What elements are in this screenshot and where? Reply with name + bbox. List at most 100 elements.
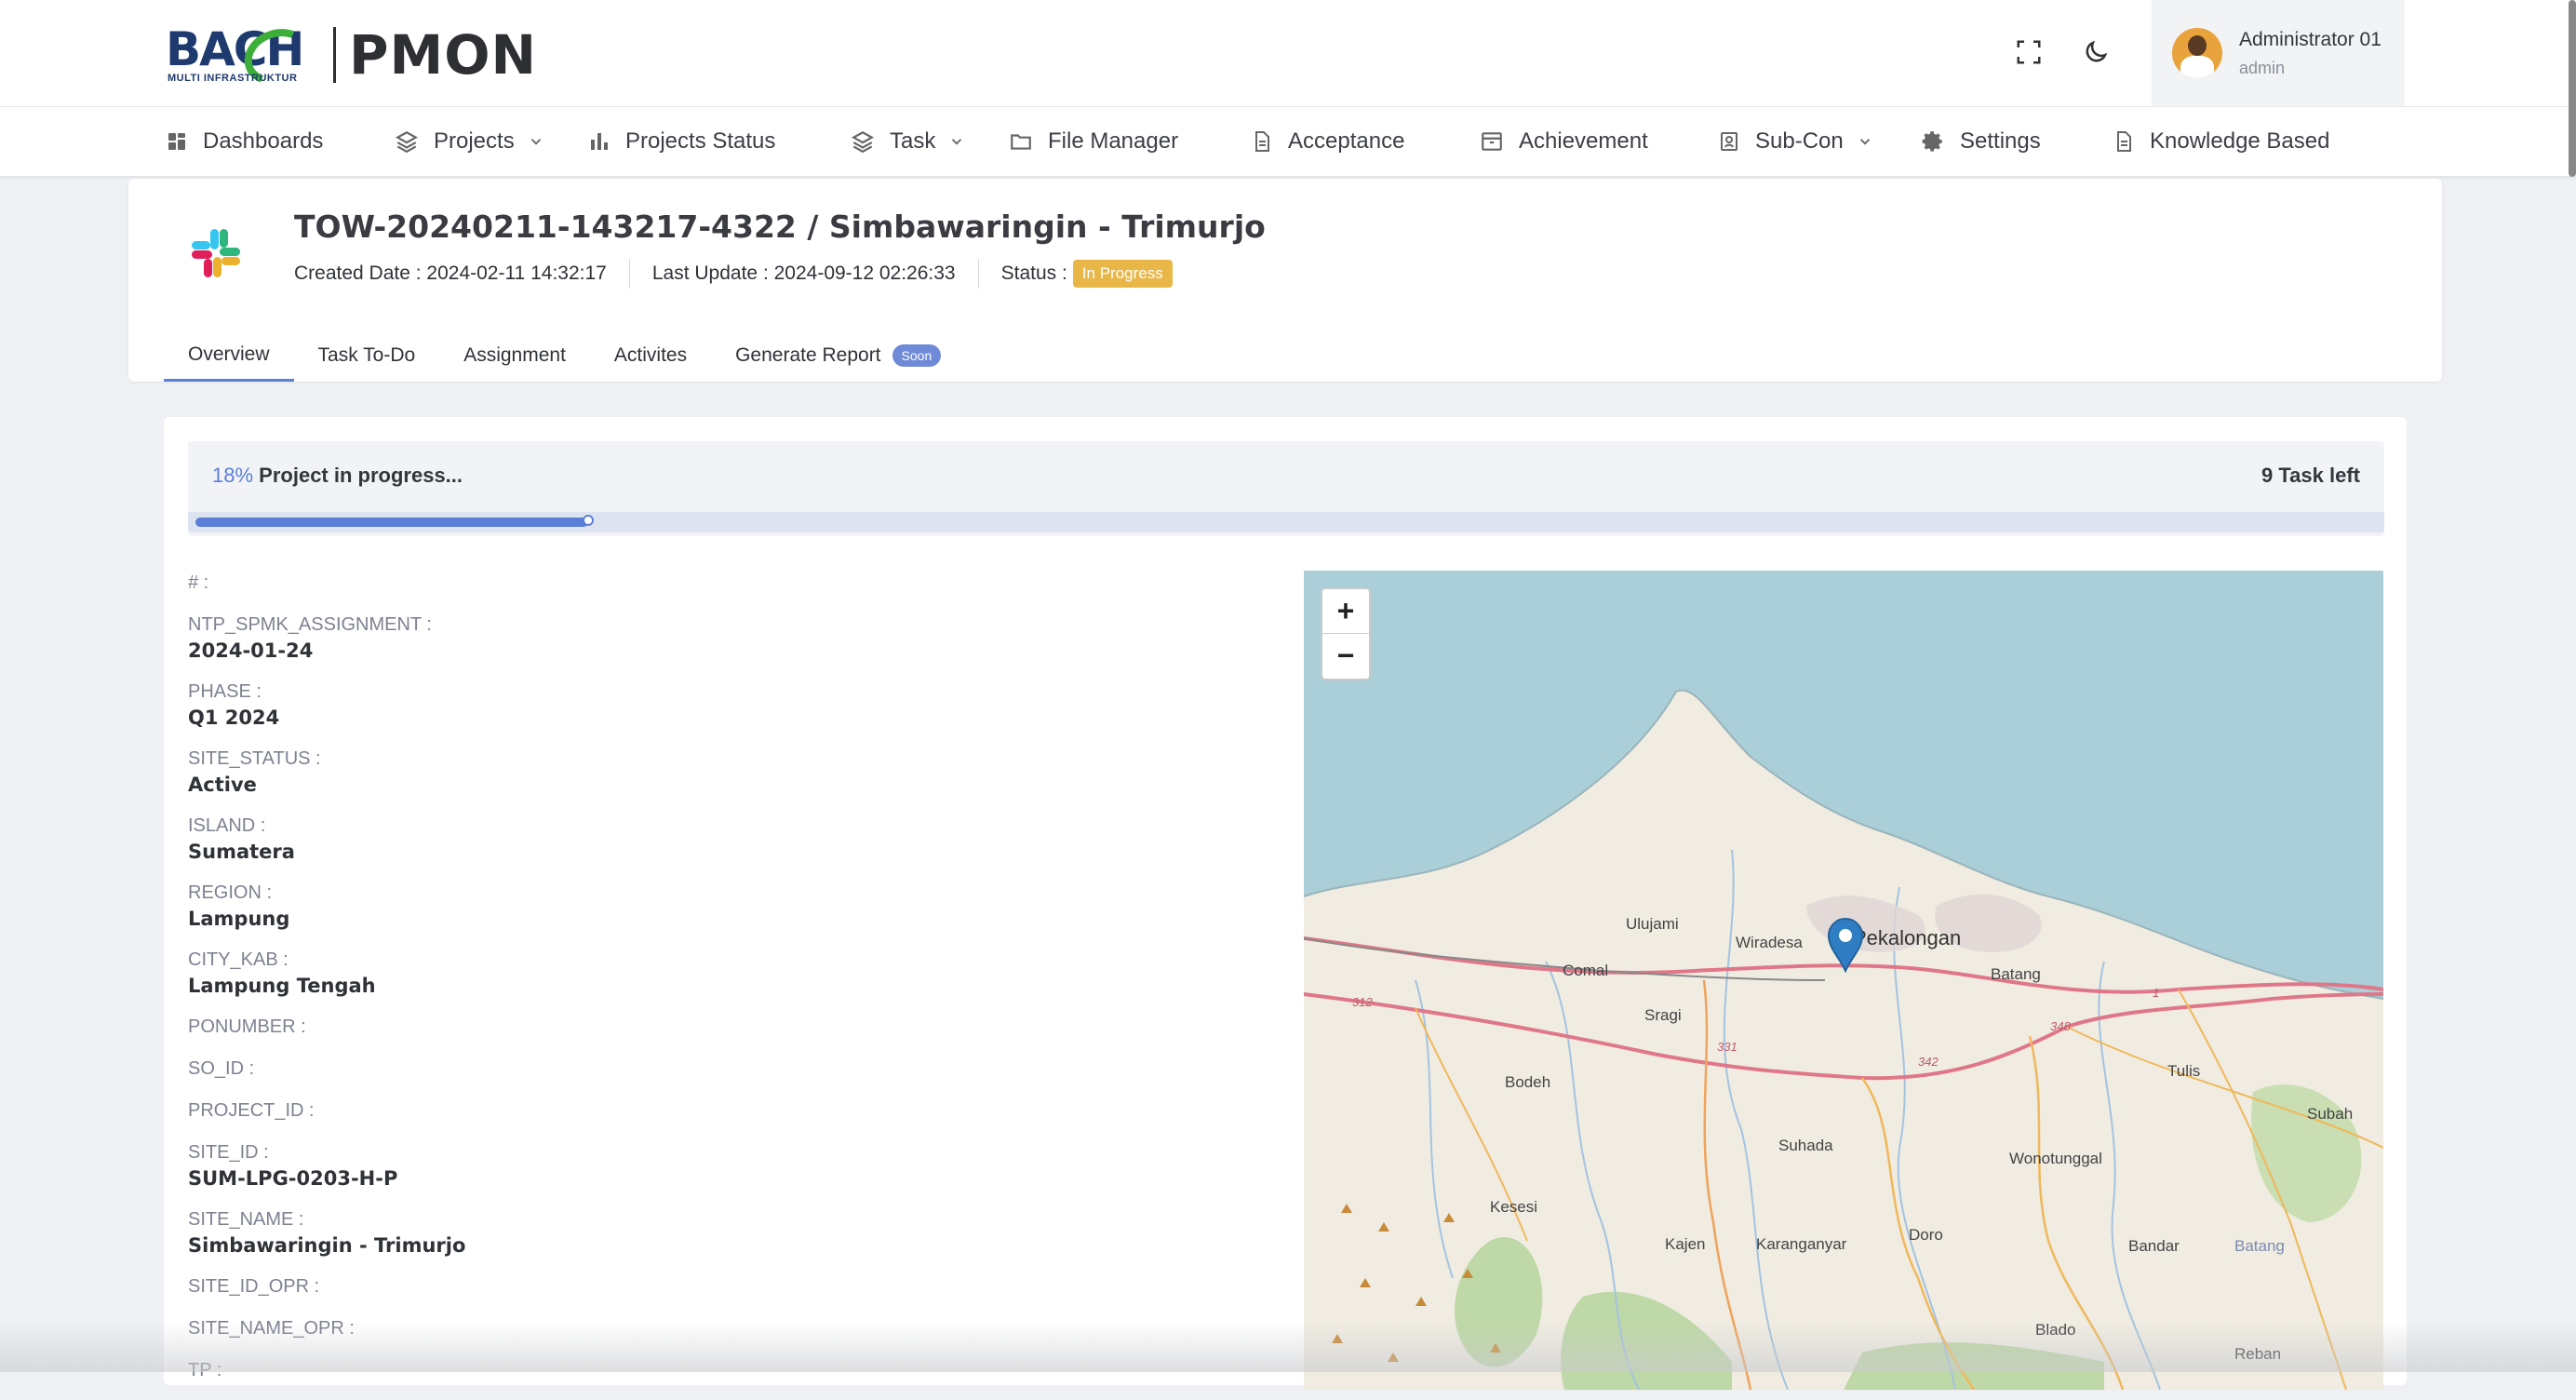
document-icon <box>2117 131 2131 152</box>
road-number: 348 <box>2050 1019 2071 1033</box>
nav-label: Acceptance <box>1288 128 1405 154</box>
progress-bar <box>188 512 2384 532</box>
layers-icon <box>396 131 418 154</box>
status-label: Status : <box>1000 262 1067 284</box>
badge-icon <box>1721 132 1737 151</box>
map-town: Wonotunggal <box>2009 1150 2102 1167</box>
road-number: 342 <box>1918 1055 1939 1069</box>
map-town: Suhada <box>1778 1137 1833 1154</box>
nav-settings[interactable]: Settings <box>1921 107 2041 176</box>
field-label: SITE_STATUS : <box>188 748 321 769</box>
avatar <box>2172 28 2222 78</box>
status-badge: In Progress <box>1072 260 1173 288</box>
field-value: SUM-LPG-0203-H-P <box>188 1167 398 1190</box>
field-value: Lampung <box>188 908 290 930</box>
nav-label: File Manager <box>1048 128 1179 154</box>
field-label: PROJECT_ID : <box>188 1100 315 1121</box>
progress-percent: 18% <box>212 464 254 487</box>
nav-dashboards[interactable]: Dashboards <box>166 107 323 176</box>
app-logo[interactable]: BACH MULTI INFRASTRUKTUR PMON <box>166 20 538 94</box>
document-icon <box>1255 131 1269 152</box>
chevron-down-icon <box>952 139 962 145</box>
field-label: SO_ID : <box>188 1058 255 1079</box>
map-town: Kesesi <box>1490 1198 1538 1216</box>
map-town: Karanganyar <box>1756 1235 1847 1253</box>
field-value: Lampung Tengah <box>188 975 376 997</box>
page-title: TOW-20240211-143217-4322 / Simbawaringin… <box>294 209 1266 245</box>
map-town: Comal <box>1563 962 1609 979</box>
map-tiles <box>1304 571 2383 1390</box>
tab-assignment[interactable]: Assignment <box>439 330 590 382</box>
overview-panel: 18% Project in progress... 9 Task left #… <box>164 417 2407 1390</box>
detail-field: SITE_ID : SUM-LPG-0203-H-P <box>188 1140 1305 1207</box>
field-label: NTP_SPMK_ASSIGNMENT : <box>188 614 432 635</box>
nav-achievement[interactable]: Achievement <box>1480 107 1648 176</box>
dark-mode-moon-icon[interactable] <box>2079 35 2113 69</box>
detail-field: NTP_SPMK_ASSIGNMENT : 2024-01-24 <box>188 612 1305 680</box>
nav-task[interactable]: Task <box>851 107 965 176</box>
zoom-out-button[interactable]: − <box>1322 633 1369 678</box>
grid-icon <box>168 133 185 150</box>
map-town: Blado <box>2035 1321 2076 1339</box>
page-scrollbar[interactable] <box>2569 0 2576 177</box>
tab-activites[interactable]: Activites <box>590 330 711 382</box>
fullscreen-icon[interactable] <box>2012 35 2046 69</box>
user-name: Administrator 01 <box>2239 28 2381 50</box>
progress-bar-knob <box>583 515 594 526</box>
map-town: Tulis <box>2167 1062 2201 1080</box>
detail-field: SITE_STATUS : Active <box>188 747 1305 814</box>
detail-field: PROJECT_ID : <box>188 1098 1305 1140</box>
map-town: Ulujami <box>1626 915 1679 933</box>
field-label: PHASE : <box>188 681 262 702</box>
tab-overview[interactable]: Overview <box>164 330 294 382</box>
project-meta: Created Date : 2024-02-11 14:32:17 Last … <box>294 259 1173 289</box>
nav-label: Task <box>890 128 936 154</box>
map-town: Bandar <box>2128 1237 2180 1255</box>
map-town: Kajen <box>1665 1235 1706 1253</box>
bach-logo: BACH MULTI INFRASTRUKTUR <box>166 20 324 94</box>
detail-field: SITE_ID_OPR : <box>188 1274 1305 1316</box>
nav-projects[interactable]: Projects <box>395 107 544 176</box>
zoom-in-button[interactable]: + <box>1322 589 1369 633</box>
nav-projects-status[interactable]: Projects Status <box>588 107 775 176</box>
project-header-card: TOW-20240211-143217-4322 / Simbawaringin… <box>128 179 2442 382</box>
created-date: Created Date : 2024-02-11 14:32:17 <box>294 262 607 284</box>
field-label: SITE_ID_OPR : <box>188 1276 320 1297</box>
nav-knowledge-based[interactable]: Knowledge Based <box>2113 107 2329 176</box>
project-tabs: Overview Task To-Do Assignment Activites… <box>164 330 965 382</box>
progress-section: 18% Project in progress... 9 Task left <box>188 441 2384 536</box>
user-role: admin <box>2239 58 2286 77</box>
field-value: Active <box>188 774 257 796</box>
app-name: PMON <box>349 23 538 87</box>
nav-label: Achievement <box>1519 128 1648 154</box>
map-town: Pekalongan <box>1853 926 1962 949</box>
nav-sub-con[interactable]: Sub-Con <box>1718 107 1873 176</box>
main-nav: Dashboards Projects Projects Status Task… <box>0 107 2576 177</box>
nav-label: Sub-Con <box>1755 128 1844 154</box>
tab-generate-report[interactable]: Generate Report Soon <box>711 330 965 382</box>
chevron-down-icon <box>530 139 541 145</box>
site-details: # : NTP_SPMK_ASSIGNMENT : 2024-01-24 PHASE … <box>188 571 1305 1400</box>
gear-icon <box>1922 131 1942 152</box>
user-menu[interactable]: Administrator 01 admin <box>2152 0 2405 106</box>
map-town: Reban <box>2234 1345 2282 1363</box>
nav-acceptance[interactable]: Acceptance <box>1251 107 1404 176</box>
field-label: CITY_KAB : <box>188 949 288 970</box>
detail-field: ISLAND : Sumatera <box>188 814 1305 881</box>
tab-task-to-do[interactable]: Task To-Do <box>294 330 440 382</box>
top-bar: BACH MULTI INFRASTRUKTUR PMON Administra… <box>0 0 2576 107</box>
detail-field: SITE_NAME_OPR : <box>188 1316 1305 1358</box>
map-town: Batang <box>1991 965 2041 983</box>
field-value: 2024-01-24 <box>188 639 314 662</box>
detail-field: SITE_NAME : Simbawaringin - Trimurjo <box>188 1207 1305 1274</box>
tasks-left: 9 Task left <box>2261 464 2360 487</box>
archive-icon <box>1482 132 1502 151</box>
map-marker-icon[interactable] <box>1827 917 1864 973</box>
logo-divider <box>333 27 336 83</box>
bar-chart-icon <box>591 133 608 150</box>
field-value: Sumatera <box>188 841 295 863</box>
map-town: Bodeh <box>1505 1073 1551 1091</box>
nav-file-manager[interactable]: File Manager <box>1009 107 1178 176</box>
map-town: Doro <box>1909 1226 1943 1244</box>
map[interactable]: Ulujami Wiradesa Pekalongan Comal Batang… <box>1304 571 2383 1390</box>
